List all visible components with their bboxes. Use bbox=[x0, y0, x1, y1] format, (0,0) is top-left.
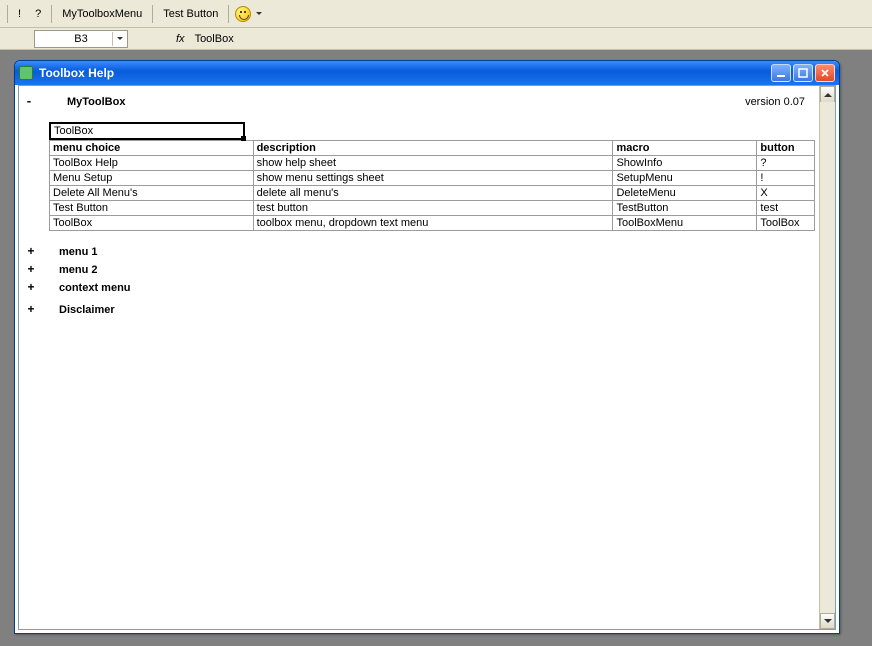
table-row[interactable]: Delete All Menu's delete all menu's Dele… bbox=[50, 186, 815, 201]
cell[interactable]: ShowInfo bbox=[613, 156, 757, 171]
outline-label[interactable]: Disclaimer bbox=[49, 304, 115, 316]
toolbar-test-button[interactable]: Test Button bbox=[156, 5, 225, 23]
cell[interactable]: Delete All Menu's bbox=[50, 186, 254, 201]
toolbar-mytoolboxmenu-button[interactable]: MyToolboxMenu bbox=[55, 5, 149, 23]
vertical-scrollbar[interactable] bbox=[819, 86, 835, 629]
toolbar-help-button[interactable]: ? bbox=[28, 5, 48, 23]
table-row[interactable]: ToolBox Help show help sheet ShowInfo ? bbox=[50, 156, 815, 171]
formula-input[interactable]: ToolBox bbox=[195, 33, 234, 45]
minimize-button[interactable] bbox=[771, 64, 791, 82]
maximize-button[interactable] bbox=[793, 64, 813, 82]
name-box[interactable]: B3 bbox=[34, 30, 128, 48]
fx-label[interactable]: fx bbox=[176, 33, 185, 45]
help-table: menu choice description macro button Too… bbox=[49, 140, 815, 231]
excel-doc-icon bbox=[19, 66, 33, 80]
cell[interactable]: ToolBox bbox=[50, 216, 254, 231]
toolbar-separator bbox=[228, 5, 229, 23]
window-title: Toolbox Help bbox=[39, 66, 114, 80]
help-heading: MyToolBox bbox=[61, 94, 131, 110]
outline-toggle-plus[interactable]: + bbox=[23, 263, 39, 277]
mdi-workspace: Toolbox Help - MyToolBox bbox=[0, 50, 872, 646]
table-header-row: menu choice description macro button bbox=[50, 141, 815, 156]
name-box-value: B3 bbox=[74, 33, 87, 45]
cell[interactable]: ! bbox=[757, 171, 815, 186]
toolbar-bang-button[interactable]: ! bbox=[11, 5, 28, 23]
outline-label[interactable]: menu 2 bbox=[49, 264, 98, 276]
outline-label[interactable]: context menu bbox=[49, 282, 131, 294]
cell[interactable]: show menu settings sheet bbox=[253, 171, 613, 186]
cell[interactable]: Test Button bbox=[50, 201, 254, 216]
col-button[interactable]: button bbox=[757, 141, 815, 156]
cell[interactable]: test bbox=[757, 201, 815, 216]
cell[interactable]: toolbox menu, dropdown text menu bbox=[253, 216, 613, 231]
toolbar-separator bbox=[51, 5, 52, 23]
cell[interactable]: TestButton bbox=[613, 201, 757, 216]
sheet-content[interactable]: - MyToolBox version 0.07 ToolBox menu ch… bbox=[19, 86, 819, 629]
toolbar-dropdown-arrow-icon[interactable] bbox=[256, 12, 262, 15]
cell[interactable]: test button bbox=[253, 201, 613, 216]
col-menu-choice[interactable]: menu choice bbox=[50, 141, 254, 156]
scroll-up-button[interactable] bbox=[820, 86, 835, 102]
outline-toggle-plus[interactable]: + bbox=[23, 281, 39, 295]
cell[interactable]: show help sheet bbox=[253, 156, 613, 171]
cell[interactable]: ToolBoxMenu bbox=[613, 216, 757, 231]
app-toolbar: ! ? MyToolboxMenu Test Button bbox=[0, 0, 872, 28]
cell[interactable]: X bbox=[757, 186, 815, 201]
close-button[interactable] bbox=[815, 64, 835, 82]
table-row[interactable]: Menu Setup show menu settings sheet Setu… bbox=[50, 171, 815, 186]
table-row[interactable]: ToolBox toolbox menu, dropdown text menu… bbox=[50, 216, 815, 231]
cell[interactable]: Menu Setup bbox=[50, 171, 254, 186]
cell[interactable]: DeleteMenu bbox=[613, 186, 757, 201]
scroll-down-button[interactable] bbox=[820, 613, 835, 629]
name-box-dropdown-icon[interactable] bbox=[112, 32, 125, 46]
formula-bar: B3 fx ToolBox bbox=[0, 28, 872, 50]
cell[interactable]: ? bbox=[757, 156, 815, 171]
active-cell[interactable]: ToolBox bbox=[49, 122, 245, 140]
outline-toggle-plus[interactable]: + bbox=[23, 245, 39, 259]
version-label: version 0.07 bbox=[745, 96, 813, 108]
toolbar-separator bbox=[152, 5, 153, 23]
smiley-icon[interactable] bbox=[235, 6, 251, 22]
active-cell-value: ToolBox bbox=[54, 125, 93, 137]
document-window: Toolbox Help - MyToolBox bbox=[14, 60, 840, 634]
table-row[interactable]: Test Button test button TestButton test bbox=[50, 201, 815, 216]
cell[interactable]: ToolBox bbox=[757, 216, 815, 231]
outline-label[interactable]: menu 1 bbox=[49, 246, 98, 258]
document-area: - MyToolBox version 0.07 ToolBox menu ch… bbox=[18, 85, 836, 630]
toolbar-separator bbox=[7, 5, 8, 23]
cell[interactable]: SetupMenu bbox=[613, 171, 757, 186]
cell[interactable]: ToolBox Help bbox=[50, 156, 254, 171]
col-description[interactable]: description bbox=[253, 141, 613, 156]
outline-toggle-minus[interactable]: - bbox=[21, 95, 37, 109]
window-titlebar[interactable]: Toolbox Help bbox=[15, 61, 839, 85]
cell[interactable]: delete all menu's bbox=[253, 186, 613, 201]
outline-toggle-plus[interactable]: + bbox=[23, 303, 39, 317]
col-macro[interactable]: macro bbox=[613, 141, 757, 156]
